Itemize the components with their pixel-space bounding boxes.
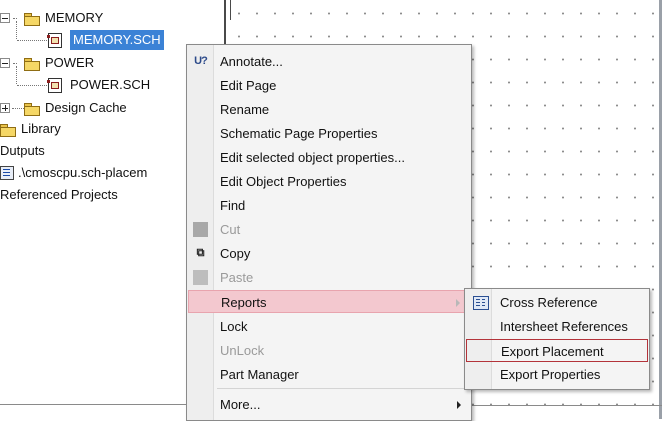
- tree-item-label: Library: [21, 121, 61, 136]
- menu-item-reports[interactable]: Reports: [188, 290, 469, 313]
- tree-item-library[interactable]: Library: [0, 119, 61, 139]
- tree-item-label: POWER.SCH: [70, 77, 151, 92]
- expand-icon[interactable]: [0, 103, 10, 113]
- tree-item-label: Referenced Projects: [0, 187, 118, 202]
- menu-item-label: Cut: [220, 222, 241, 237]
- menu-item-label: Edit Object Properties: [220, 174, 347, 189]
- menu-item-label: Annotate...: [220, 54, 283, 69]
- menu-item-label: More...: [220, 397, 261, 412]
- menu-item-label: Lock: [220, 319, 248, 334]
- annotate-icon: U?: [194, 55, 208, 67]
- menu-item-lock[interactable]: Lock: [188, 315, 469, 338]
- submenu-item-export-placement[interactable]: Export Placement: [466, 339, 648, 362]
- tree-item-label: Dutputs: [0, 143, 45, 158]
- menu-item-label: UnLock: [220, 343, 265, 358]
- report-file-icon: [0, 166, 14, 180]
- menu-item-label: Cross Reference: [500, 295, 598, 310]
- tree-item-outputs[interactable]: Dutputs: [0, 141, 45, 161]
- menu-item-label: Intersheet References: [500, 319, 628, 334]
- tree-item-label-selected: MEMORY.SCH: [70, 30, 164, 50]
- folder-icon: [24, 12, 40, 26]
- panel-splitter-handle[interactable]: [230, 0, 231, 20]
- collapse-icon[interactable]: [0, 13, 10, 23]
- menu-item-label: Export Placement: [501, 344, 604, 359]
- tree-item-label: .\cmoscpu.sch-placem: [18, 165, 148, 180]
- menu-item-label: Schematic Page Properties: [220, 126, 378, 141]
- menu-item-label: Copy: [220, 246, 251, 261]
- menu-item-edit-page[interactable]: Edit Page: [188, 74, 469, 97]
- menu-item-rename[interactable]: Rename: [188, 98, 469, 121]
- tree-item-label: MEMORY: [45, 10, 104, 25]
- submenu-item-intersheet-references[interactable]: Intersheet References: [466, 315, 648, 338]
- menu-item-more[interactable]: More...: [188, 393, 469, 416]
- tree-item-label: POWER: [45, 55, 95, 70]
- tree-item-power-sch[interactable]: POWER.SCH: [47, 75, 151, 95]
- folder-icon: [0, 123, 16, 137]
- cut-icon: [193, 222, 208, 237]
- context-menu: U? Annotate... Edit Page Rename Schemati…: [186, 44, 472, 421]
- menu-item-edit-object-properties[interactable]: Edit Object Properties: [188, 170, 469, 193]
- menu-item-label: Rename: [220, 102, 270, 117]
- menu-item-label: Part Manager: [220, 367, 299, 382]
- cross-reference-icon: [473, 296, 489, 310]
- menu-item-label: Reports: [221, 295, 267, 310]
- folder-icon: [24, 57, 40, 71]
- tree-item-label: Design Cache: [45, 100, 127, 115]
- submenu-item-export-properties[interactable]: Export Properties: [466, 363, 648, 386]
- menu-item-part-manager[interactable]: Part Manager: [188, 363, 469, 386]
- menu-item-annotate[interactable]: U? Annotate...: [188, 50, 469, 73]
- submenu-arrow-icon: [456, 299, 460, 307]
- folder-icon: [24, 102, 40, 116]
- collapse-icon[interactable]: [0, 58, 10, 68]
- menu-item-paste[interactable]: Paste: [188, 266, 469, 289]
- tree-item-placement-file[interactable]: .\cmoscpu.sch-placem: [0, 163, 147, 183]
- tree-item-memory-sch[interactable]: MEMORY.SCH: [47, 30, 164, 50]
- copy-icon: ⧉: [196, 247, 205, 259]
- submenu-item-cross-reference[interactable]: Cross Reference: [466, 291, 648, 314]
- tree-item-referenced-projects[interactable]: Referenced Projects: [0, 185, 118, 205]
- menu-separator: [217, 388, 467, 389]
- tree-item-power[interactable]: POWER: [0, 53, 94, 73]
- paste-icon: [193, 270, 208, 285]
- submenu-arrow-icon: [457, 401, 461, 409]
- menu-item-cut[interactable]: Cut: [188, 218, 469, 241]
- menu-item-schematic-page-properties[interactable]: Schematic Page Properties: [188, 122, 469, 145]
- schematic-page-icon: [47, 77, 62, 93]
- reports-submenu: Cross Reference Intersheet References Ex…: [464, 288, 650, 390]
- menu-item-find[interactable]: Find: [188, 194, 469, 217]
- menu-item-label: Edit selected object properties...: [220, 150, 405, 165]
- tree-connector: [17, 40, 47, 41]
- menu-item-edit-selected-object-properties[interactable]: Edit selected object properties...: [188, 146, 469, 169]
- menu-item-label: Edit Page: [220, 78, 277, 93]
- menu-item-label: Export Properties: [500, 367, 601, 382]
- tree-connector: [17, 85, 47, 86]
- menu-item-unlock[interactable]: UnLock: [188, 339, 469, 362]
- menu-item-copy[interactable]: ⧉ Copy: [188, 242, 469, 265]
- menu-item-label: Paste: [220, 270, 254, 285]
- tree-item-memory[interactable]: MEMORY: [0, 8, 103, 28]
- tree-item-design-cache[interactable]: Design Cache: [0, 98, 127, 118]
- schematic-page-icon: [47, 32, 62, 48]
- menu-item-label: Find: [220, 198, 246, 213]
